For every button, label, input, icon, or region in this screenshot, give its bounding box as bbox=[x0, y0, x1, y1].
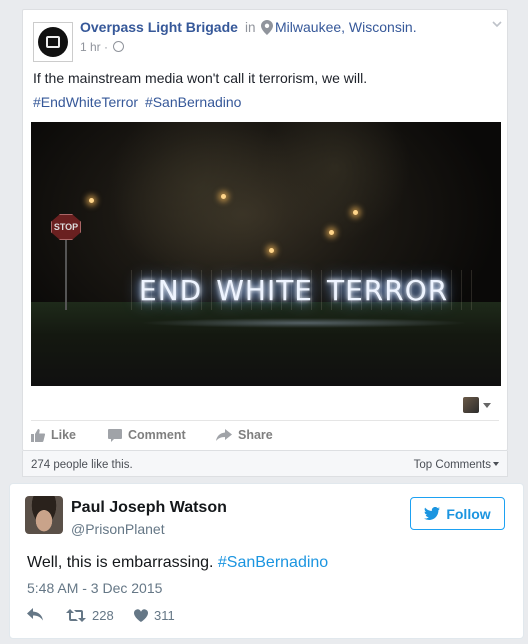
share-button[interactable]: Share bbox=[216, 428, 273, 442]
chevron-down-icon[interactable] bbox=[491, 18, 503, 30]
like-button[interactable]: Like bbox=[31, 428, 76, 442]
twitter-bird-icon bbox=[424, 507, 441, 520]
street-light bbox=[329, 230, 334, 235]
post-photo[interactable]: STOP END WHITE TERROR bbox=[31, 122, 501, 386]
share-arrow-icon bbox=[216, 429, 232, 441]
divider bbox=[31, 420, 499, 421]
tweet-text-body: Well, this is embarrassing. bbox=[27, 554, 214, 571]
comment-icon bbox=[108, 428, 122, 442]
street-light bbox=[269, 248, 274, 253]
tweet-timestamp[interactable]: 5:48 AM - 3 Dec 2015 bbox=[27, 580, 162, 596]
light-word: TERROR bbox=[327, 274, 449, 307]
retweet-icon bbox=[66, 609, 86, 622]
tweet-card: Paul Joseph Watson @PrisonPlanet Follow … bbox=[9, 483, 524, 639]
hashtag-link[interactable]: #SanBernadino bbox=[145, 94, 242, 110]
facebook-post-card: Overpass Light Brigade in Milwaukee, Wis… bbox=[22, 9, 508, 451]
tweet-author-handle[interactable]: @PrisonPlanet bbox=[71, 521, 165, 537]
caret-down-icon[interactable] bbox=[483, 403, 491, 408]
street-light bbox=[353, 210, 358, 215]
light-word: END bbox=[139, 274, 203, 307]
like-count: 311 bbox=[154, 608, 175, 623]
avatar[interactable] bbox=[25, 496, 63, 534]
location-pin-icon bbox=[261, 20, 273, 35]
photo-ground bbox=[31, 302, 501, 386]
follow-button[interactable]: Follow bbox=[410, 497, 505, 530]
like-button[interactable]: 311 bbox=[134, 608, 175, 623]
street-light bbox=[89, 198, 94, 203]
retweet-count: 228 bbox=[92, 608, 114, 623]
comment-button[interactable]: Comment bbox=[108, 428, 186, 442]
stop-sign-pole bbox=[65, 240, 67, 310]
tweet-author-name[interactable]: Paul Joseph Watson bbox=[71, 499, 227, 517]
heart-icon bbox=[134, 609, 148, 622]
retweet-button[interactable]: 228 bbox=[66, 608, 114, 623]
post-text: If the mainstream media won't call it te… bbox=[33, 70, 368, 86]
likes-count-link[interactable]: 274 people like this. bbox=[31, 459, 133, 471]
follow-label: Follow bbox=[446, 505, 491, 522]
hashtag-list: #EndWhiteTerror #SanBernadino bbox=[33, 94, 244, 110]
location-link[interactable]: Milwaukee, Wisconsin. bbox=[275, 19, 417, 35]
reply-icon bbox=[27, 608, 43, 621]
comment-label: Comment bbox=[128, 428, 186, 442]
caret-down-icon bbox=[493, 462, 499, 466]
share-label: Share bbox=[238, 428, 273, 442]
thumbs-up-icon bbox=[31, 428, 45, 442]
page-name-link[interactable]: Overpass Light Brigade bbox=[80, 19, 238, 35]
hashtag-link[interactable]: #EndWhiteTerror bbox=[33, 94, 138, 110]
street-light bbox=[221, 194, 226, 199]
sign-reflection bbox=[139, 318, 469, 328]
tweet-hashtag-link[interactable]: #SanBernadino bbox=[218, 554, 328, 571]
tweet-text: Well, this is embarrassing. #SanBernadin… bbox=[27, 554, 328, 572]
reply-button[interactable] bbox=[27, 608, 43, 621]
light-word: WHITE bbox=[216, 274, 313, 307]
post-timestamp[interactable]: 1 hr · bbox=[80, 40, 108, 54]
post-footer: 274 people like this. Top Comments bbox=[22, 451, 508, 477]
in-label: in bbox=[245, 20, 256, 35]
light-brigade-sign: END WHITE TERROR bbox=[139, 274, 448, 307]
top-comments-label: Top Comments bbox=[413, 459, 491, 471]
page-avatar[interactable] bbox=[33, 22, 73, 62]
globe-icon bbox=[113, 41, 124, 52]
like-label: Like bbox=[51, 428, 77, 442]
photo-options-icon[interactable] bbox=[463, 397, 479, 413]
top-comments-dropdown[interactable]: Top Comments bbox=[414, 459, 499, 471]
